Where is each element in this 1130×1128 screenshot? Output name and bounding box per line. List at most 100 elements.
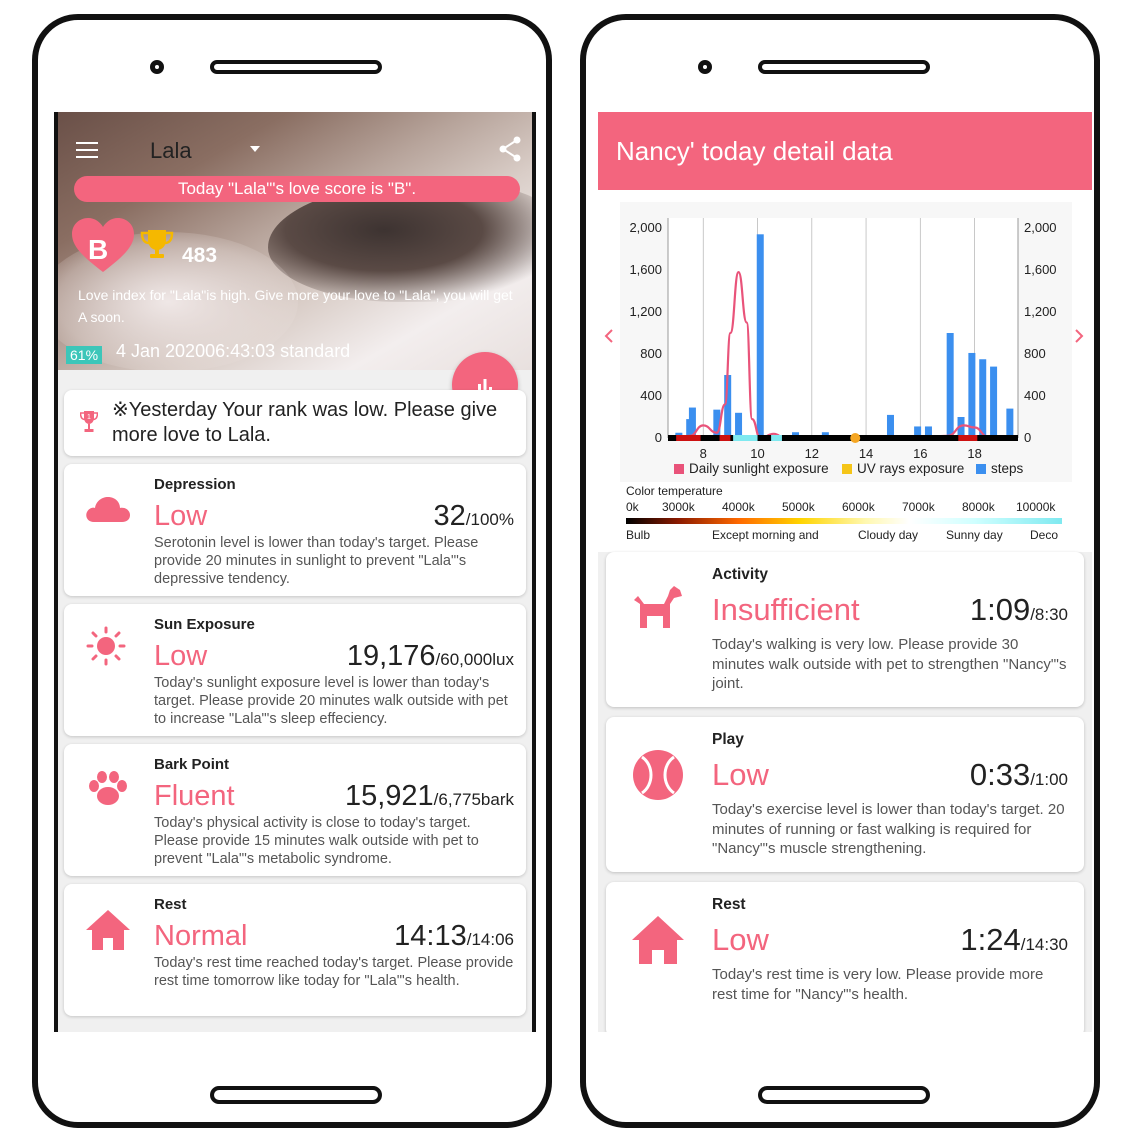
color-temperature-scale: 0k 3000k 4000k 5000k 6000k 7000k 8000k 1…: [626, 500, 1062, 516]
bark-point-card[interactable]: Bark Point Fluent 15,921/6,775bark Today…: [64, 744, 526, 876]
sun-icon: [86, 626, 126, 666]
card-value: 32/100%: [434, 500, 514, 533]
home-icon: [86, 910, 130, 950]
ct-scale-label: 0k: [626, 500, 639, 514]
camera-icon: [150, 60, 164, 74]
timeline-segment: [719, 435, 731, 441]
ct-scale-label: 5000k: [782, 500, 815, 514]
color-temperature-legend: Color temperature 0k 3000k 4000k 5000k 6…: [598, 482, 1092, 552]
card-title: Depression: [154, 476, 236, 493]
steps-bar: [1006, 408, 1014, 438]
timeline-segment: [771, 435, 782, 441]
y-tick-label-right: 1,200: [1024, 304, 1057, 319]
ct-category-label: Sunny day: [946, 528, 1003, 542]
speaker-grille: [210, 60, 382, 74]
card-value: 1:09/8:30: [970, 592, 1068, 628]
chevron-left-icon[interactable]: [604, 329, 613, 343]
card-value-main: 15,921: [344, 780, 434, 812]
card-value-main: 1:24: [960, 922, 1021, 957]
x-tick-label: 14: [859, 446, 873, 461]
pet-name-selector[interactable]: Lala: [150, 138, 192, 164]
x-tick-label: 18: [967, 446, 981, 461]
cloud-icon: [86, 497, 130, 522]
dog-icon: [634, 586, 682, 628]
color-temperature-categories: Bulb Except morning and Cloudy day Sunny…: [626, 528, 1062, 544]
card-level: Low: [154, 640, 208, 672]
card-value-main: 1:09: [969, 592, 1031, 627]
depression-card[interactable]: Depression Low 32/100% Serotonin level i…: [64, 464, 526, 596]
legend-label: UV rays exposure: [857, 461, 964, 476]
activity-card[interactable]: Activity Insufficient 1:09/8:30 Today's …: [606, 552, 1084, 707]
app-bar: Lala: [58, 130, 532, 170]
steps-bar: [756, 234, 764, 438]
card-value: 15,921/6,775bark: [345, 780, 514, 813]
legend-label: steps: [991, 461, 1024, 476]
caret-down-icon[interactable]: [250, 146, 260, 152]
timeline-segment: [958, 435, 978, 441]
card-description: Today's rest time is very low. Please pr…: [712, 966, 1044, 1003]
card-value-main: 0:33: [969, 757, 1031, 792]
y-tick-label-right: 2,000: [1024, 220, 1057, 235]
sun-exposure-card[interactable]: Sun Exposure Low 19,176/60,000lux Today'…: [64, 604, 526, 736]
speaker-grille: [758, 60, 930, 74]
card-value-main: 19,176: [346, 640, 436, 672]
left-card-list: 1 ※Yesterday Your rank was low. Please g…: [58, 390, 532, 1024]
y-tick-label-right: 1,600: [1024, 262, 1057, 277]
y-tick-label-left: 0: [655, 430, 662, 445]
love-grade: B: [88, 234, 109, 265]
share-icon[interactable]: [498, 136, 522, 162]
card-title: Rest: [712, 896, 746, 913]
love-points: 483: [182, 244, 218, 267]
card-value: 1:24/14:30: [960, 922, 1068, 958]
y-tick-label-left: 1,600: [629, 262, 662, 277]
legend-swatch: [976, 464, 986, 474]
detail-chart: 2,000 1,600 1,200 800 400 0 2,000 1,600 1,200 800…: [598, 190, 1092, 486]
y-tick-label-left: 800: [640, 346, 662, 361]
steps-bar: [886, 414, 894, 438]
card-value-unit: /14:06: [466, 930, 514, 949]
home-icon: [632, 916, 684, 964]
card-value: 19,176/60,000lux: [347, 640, 514, 673]
card-title: Bark Point: [154, 756, 230, 773]
svg-text:1: 1: [87, 414, 91, 421]
x-tick-label: 16: [913, 446, 927, 461]
color-temperature-title: Color temperature: [626, 484, 723, 498]
legend-swatch: [674, 464, 684, 474]
x-tick-label: 8: [700, 446, 707, 461]
chevron-right-icon[interactable]: [1075, 329, 1084, 343]
card-value-unit: /100%: [465, 510, 514, 529]
x-tick-label: 12: [805, 446, 819, 461]
y-tick-label-left: 400: [640, 388, 662, 403]
play-card[interactable]: Play Low 0:33/1:00 Today's exercise leve…: [606, 717, 1084, 872]
right-screen: Nancy' today detail data 2,000 1,600 1,200…: [598, 112, 1092, 1032]
timeline-segment: [676, 435, 701, 441]
menu-icon[interactable]: [76, 142, 98, 158]
y-tick-label-right: 400: [1024, 388, 1046, 403]
card-title: Sun Exposure: [154, 616, 255, 633]
card-description: Today's sunlight exposure level is lower…: [154, 675, 508, 727]
hero-banner: Lala Today "Lala"'s love score is "B". B: [58, 112, 532, 370]
card-description: Today's exercise level is lower than tod…: [712, 801, 1065, 857]
ct-scale-label: 6000k: [842, 500, 875, 514]
card-value-unit: /6,775bark: [433, 790, 514, 809]
card-value-unit: /1:00: [1030, 770, 1068, 789]
ct-category-label: Deco: [1030, 528, 1059, 542]
card-level: Low: [712, 757, 769, 792]
rest-card[interactable]: Rest Low 1:24/14:30 Today's rest time is…: [606, 882, 1084, 1032]
steps-bar: [979, 359, 987, 438]
card-title: Play: [712, 731, 744, 748]
timestamp: 4 Jan 202006:43:03 standard: [116, 341, 351, 361]
left-screen: Lala Today "Lala"'s love score is "B". B: [54, 112, 536, 1032]
rank-notice-card[interactable]: 1 ※Yesterday Your rank was low. Please g…: [64, 390, 526, 456]
chart-svg: 2,000 1,600 1,200 800 400 0 2,000 1,600 1,200 800…: [604, 202, 1084, 486]
home-button[interactable]: [210, 1086, 382, 1104]
left-phone-frame: Lala Today "Lala"'s love score is "B". B: [32, 14, 552, 1128]
love-index-message: Love index for "Lala"is high. Give more …: [78, 287, 513, 325]
home-button[interactable]: [758, 1086, 930, 1104]
legend-label: Daily sunlight exposure: [689, 461, 829, 476]
ct-category-label: Bulb: [626, 528, 651, 542]
rest-card[interactable]: Rest Normal 14:13/14:06 Today's rest tim…: [64, 884, 526, 1016]
ball-icon: [633, 750, 683, 800]
y-tick-label-left: 2,000: [629, 220, 662, 235]
plot-area: [668, 218, 1018, 438]
